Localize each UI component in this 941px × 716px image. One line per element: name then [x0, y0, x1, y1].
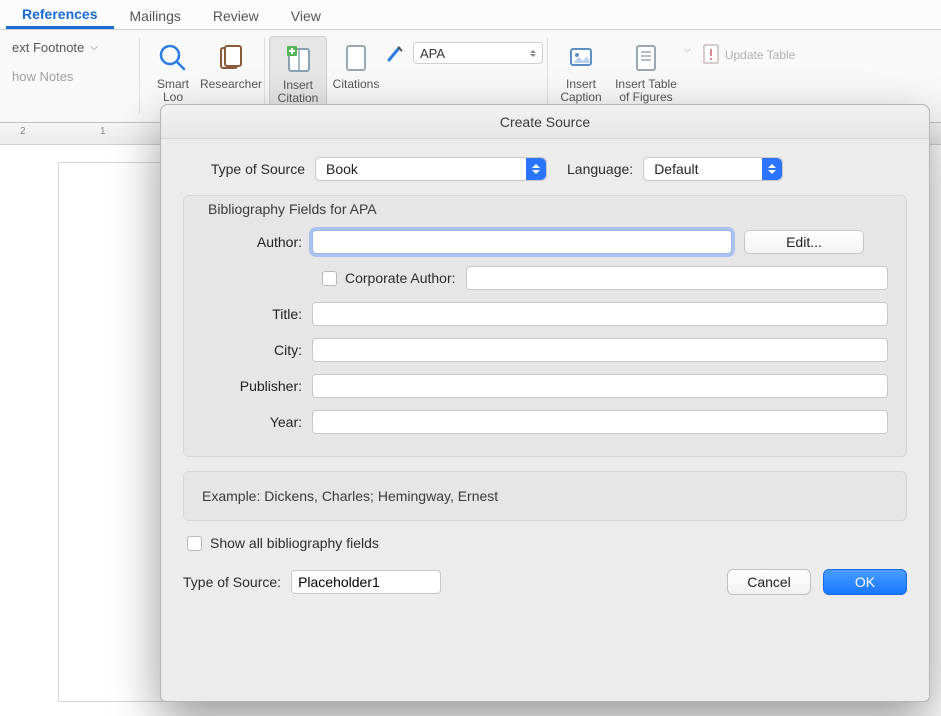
citations-label: Citations: [333, 78, 380, 91]
show-all-fields-checkbox[interactable]: [187, 536, 202, 551]
city-input[interactable]: [312, 338, 888, 362]
citation-style-value: APA: [420, 46, 445, 61]
year-label: Year:: [202, 414, 312, 430]
author-input[interactable]: [312, 230, 732, 254]
show-all-fields-label: Show all bibliography fields: [210, 535, 379, 551]
ribbon-tabs: References Mailings Review View: [0, 0, 941, 30]
type-of-source-value: Book: [326, 161, 358, 177]
update-table-label: Update Table: [725, 48, 796, 62]
ruler-mark: 2: [20, 126, 26, 137]
corporate-author-input[interactable]: [466, 266, 888, 290]
citations-button[interactable]: Citations: [327, 36, 385, 108]
tab-view[interactable]: View: [275, 2, 337, 28]
corporate-author-checkbox[interactable]: [322, 271, 337, 286]
type-of-source-select[interactable]: Book: [315, 157, 547, 181]
ribbon-divider: [547, 38, 548, 114]
insert-caption-button[interactable]: Insert Caption: [552, 36, 610, 108]
magnifier-icon: [155, 40, 191, 76]
language-select[interactable]: Default: [643, 157, 783, 181]
page-exclaim-icon: [701, 42, 721, 66]
edit-author-button[interactable]: Edit...: [744, 230, 864, 254]
bibliography-fields-group: Bibliography Fields for APA Author: Edit…: [183, 195, 907, 457]
smart-lookup-label: Smart Loo: [157, 78, 189, 104]
publisher-label: Publisher:: [202, 378, 312, 394]
city-label: City:: [202, 342, 312, 358]
placeholder-type-label: Type of Source:: [183, 574, 291, 590]
page-icon: [338, 40, 374, 76]
next-footnote-label: ext Footnote: [12, 40, 84, 55]
language-label: Language:: [567, 161, 643, 177]
tab-review[interactable]: Review: [197, 2, 275, 28]
title-label: Title:: [202, 306, 312, 322]
insert-citation-label: Insert Citation: [278, 79, 319, 105]
book-plus-icon: [280, 41, 316, 77]
researcher-button[interactable]: Researcher: [202, 36, 260, 108]
ribbon-divider: [139, 38, 140, 114]
chevron-down-icon: ⌵: [90, 42, 98, 53]
example-text: Example: Dickens, Charles; Hemingway, Er…: [183, 471, 907, 521]
ruler-mark: 1: [100, 126, 106, 137]
update-table-button: Update Table: [691, 36, 802, 68]
select-arrows-icon: [526, 158, 546, 180]
title-input[interactable]: [312, 302, 888, 326]
books-icon: [213, 40, 249, 76]
citation-style-dropdown[interactable]: APA: [413, 42, 543, 64]
ok-button[interactable]: OK: [823, 569, 907, 595]
publisher-input[interactable]: [312, 374, 888, 398]
insert-caption-label: Insert Caption: [560, 78, 601, 104]
dialog-title: Create Source: [161, 105, 929, 139]
language-value: Default: [654, 161, 698, 177]
ribbon-divider: [264, 38, 265, 114]
year-input[interactable]: [312, 410, 888, 434]
researcher-label: Researcher: [200, 78, 262, 91]
select-arrows-icon: [762, 158, 782, 180]
placeholder-name-input[interactable]: [291, 570, 441, 594]
insert-citation-button[interactable]: Insert Citation: [269, 36, 327, 108]
show-notes-button[interactable]: how Notes: [6, 59, 79, 84]
tab-mailings[interactable]: Mailings: [114, 2, 197, 28]
style-icon: [385, 42, 407, 64]
chevron-down-icon[interactable]: ⌵: [684, 44, 691, 55]
caret-icon: [530, 50, 536, 57]
next-footnote-button[interactable]: ext Footnote ⌵: [6, 36, 104, 59]
image-icon: [563, 40, 599, 76]
author-label: Author:: [202, 234, 312, 250]
tab-references[interactable]: References: [6, 0, 114, 29]
type-of-source-label: Type of Source: [183, 161, 315, 177]
group-legend: Bibliography Fields for APA: [202, 195, 888, 229]
list-page-icon: [628, 40, 664, 76]
smart-lookup-button[interactable]: Smart Loo: [144, 36, 202, 108]
cancel-button[interactable]: Cancel: [727, 569, 811, 595]
corporate-author-label: Corporate Author:: [345, 270, 456, 286]
create-source-dialog: Create Source Type of Source Book Langua…: [160, 104, 930, 702]
insert-table-figures-label: Insert Table of Figures: [615, 78, 677, 104]
insert-table-figures-button[interactable]: Insert Table of Figures: [610, 36, 682, 108]
